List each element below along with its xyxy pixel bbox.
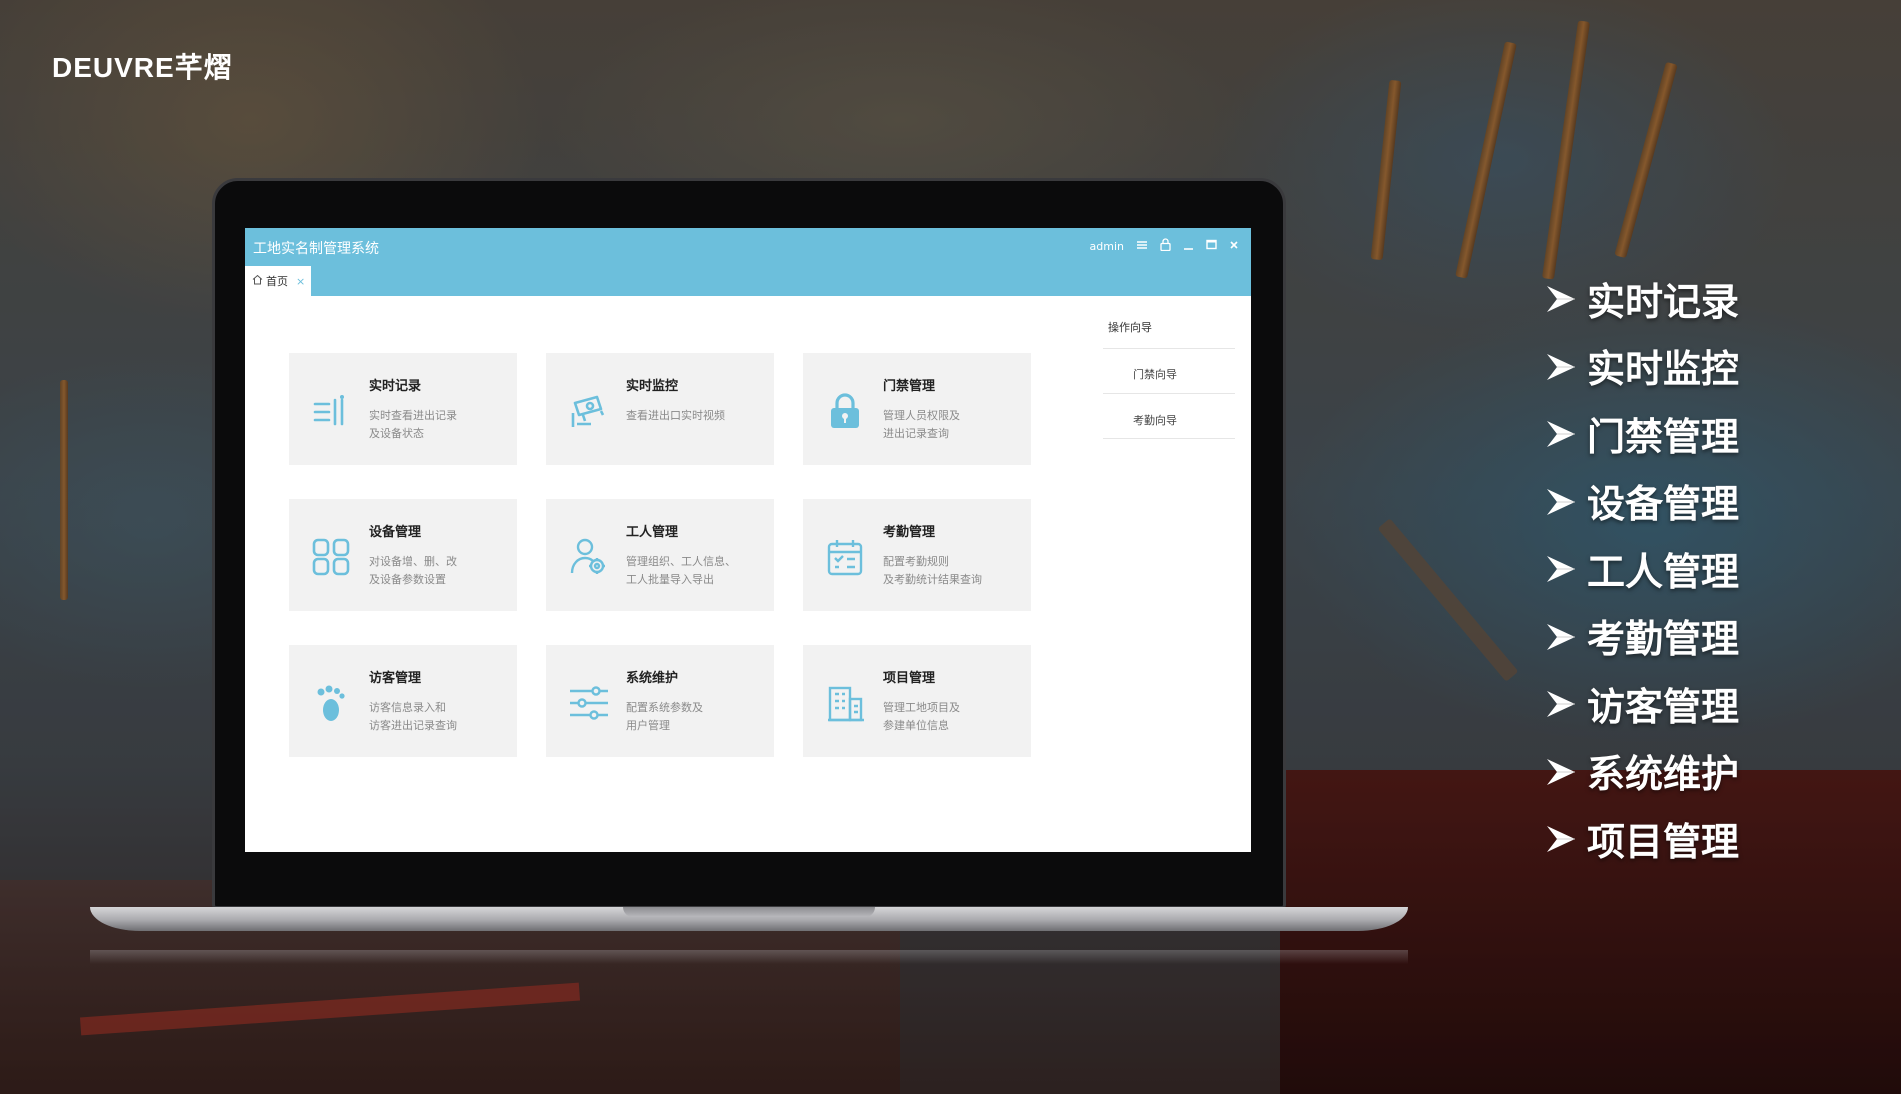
feature-item: 门禁管理: [1545, 403, 1739, 463]
feature-item: 工人管理: [1545, 538, 1739, 598]
feature-label: 系统维护: [1587, 752, 1740, 796]
feature-label: 设备管理: [1587, 482, 1740, 526]
card-title: 门禁管理: [883, 379, 936, 394]
tab-home[interactable]: 首页 ×: [245, 266, 311, 296]
worker-gear-icon: [568, 537, 608, 577]
feature-label: 项目管理: [1587, 819, 1740, 864]
tab-label: 首页: [266, 275, 288, 288]
card-device-management[interactable]: 设备管理对设备增、删、改 及设备参数设置: [289, 499, 517, 611]
card-description: 对设备增、删、改 及设备参数设置: [369, 555, 457, 586]
card-realtime-records[interactable]: 实时记录实时查看进出记录 及设备状态: [289, 353, 517, 465]
feature-item: 考勤管理: [1545, 606, 1739, 666]
card-description: 查看进出口实时视频: [626, 409, 725, 422]
laptop-reflection: [90, 950, 1408, 964]
brand-logo: DEUVRE芊熠: [52, 52, 233, 83]
card-description: 配置考勤规则 及考勤统计结果查询: [883, 555, 982, 586]
arrow-icon: [1545, 281, 1577, 315]
feature-label: 访客管理: [1587, 684, 1740, 729]
arrow-icon: [1545, 686, 1577, 720]
card-description: 管理工地项目及 参建单位信息: [883, 701, 960, 732]
feature-item: 实时监控: [1545, 336, 1739, 396]
card-title: 项目管理: [883, 671, 936, 686]
title-bar: 工地实名制管理系统 admin 首页 ×: [245, 228, 1251, 296]
window-controls: admin: [1090, 238, 1239, 254]
feature-label: 实时记录: [1587, 279, 1740, 324]
maximize-icon[interactable]: [1206, 239, 1217, 253]
footprint-icon: [311, 683, 351, 723]
tab-close-icon[interactable]: ×: [296, 275, 305, 288]
card-access-control[interactable]: 门禁管理管理人员权限及 进出记录查询: [803, 353, 1031, 465]
arrow-icon: [1545, 349, 1577, 383]
building-icon: [825, 683, 865, 723]
card-description: 访客信息录入和 访客进出记录查询: [369, 701, 457, 732]
app-window: 工地实名制管理系统 admin 首页 × 实时记录 实时查看进出记录 及设备状态…: [245, 228, 1251, 852]
close-icon[interactable]: [1229, 239, 1239, 253]
guide-divider: [1103, 438, 1235, 439]
calendar-icon: [825, 537, 865, 577]
home-icon: [252, 274, 263, 288]
guide-item-attendance[interactable]: 考勤向导: [1133, 412, 1177, 428]
laptop-notch: [623, 907, 875, 917]
lock-icon[interactable]: [1160, 238, 1171, 254]
arrow-icon: [1545, 416, 1577, 450]
grid-icon: [311, 537, 351, 577]
feature-label: 门禁管理: [1587, 414, 1740, 459]
card-description: 配置系统参数及 用户管理: [626, 701, 703, 732]
guide-divider: [1103, 393, 1235, 394]
sliders-icon: [568, 683, 608, 723]
card-description: 管理人员权限及 进出记录查询: [883, 409, 960, 440]
feature-item: 系统维护: [1545, 741, 1739, 801]
guide-divider: [1103, 348, 1235, 349]
arrow-icon: [1545, 619, 1577, 653]
card-title: 实时监控: [626, 379, 679, 394]
card-title: 工人管理: [626, 525, 679, 540]
card-title: 访客管理: [369, 671, 422, 686]
feature-item: 设备管理: [1545, 471, 1739, 531]
feature-item: 项目管理: [1545, 808, 1739, 868]
arrow-icon: [1545, 754, 1577, 788]
card-visitor-management[interactable]: 访客管理访客信息录入和 访客进出记录查询: [289, 645, 517, 757]
guide-item-access[interactable]: 门禁向导: [1133, 366, 1177, 382]
card-realtime-monitor[interactable]: 实时监控查看进出口实时视频: [546, 353, 774, 465]
arrow-icon: [1545, 551, 1577, 585]
records-list-icon: [311, 391, 351, 431]
card-description: 管理组织、工人信息、 工人批量导入导出: [626, 555, 736, 586]
feature-label: 实时监控: [1587, 347, 1740, 391]
arrow-icon: [1545, 821, 1577, 855]
card-description: 实时查看进出记录 及设备状态: [369, 409, 457, 440]
user-name[interactable]: admin: [1090, 240, 1124, 253]
card-attendance-management[interactable]: 考勤管理配置考勤规则 及考勤统计结果查询: [803, 499, 1031, 611]
card-project-management[interactable]: 项目管理管理工地项目及 参建单位信息: [803, 645, 1031, 757]
card-title: 系统维护: [626, 671, 679, 686]
feature-item: 实时记录: [1545, 268, 1739, 328]
padlock-icon: [825, 391, 865, 431]
card-worker-management[interactable]: 工人管理管理组织、工人信息、 工人批量导入导出: [546, 499, 774, 611]
menu-lines-icon[interactable]: [1136, 239, 1148, 254]
camera-icon: [568, 391, 608, 431]
card-system-maintenance[interactable]: 系统维护配置系统参数及 用户管理: [546, 645, 774, 757]
card-title: 设备管理: [369, 525, 422, 540]
feature-label: 工人管理: [1587, 549, 1740, 594]
card-title: 考勤管理: [883, 525, 936, 540]
feature-item: 访客管理: [1545, 673, 1739, 733]
guide-title: 操作向导: [1108, 321, 1152, 334]
app-title: 工地实名制管理系统: [253, 241, 379, 257]
arrow-icon: [1545, 484, 1577, 518]
feature-label: 考勤管理: [1587, 617, 1740, 661]
minimize-icon[interactable]: [1183, 239, 1194, 254]
card-title: 实时记录: [369, 379, 422, 394]
